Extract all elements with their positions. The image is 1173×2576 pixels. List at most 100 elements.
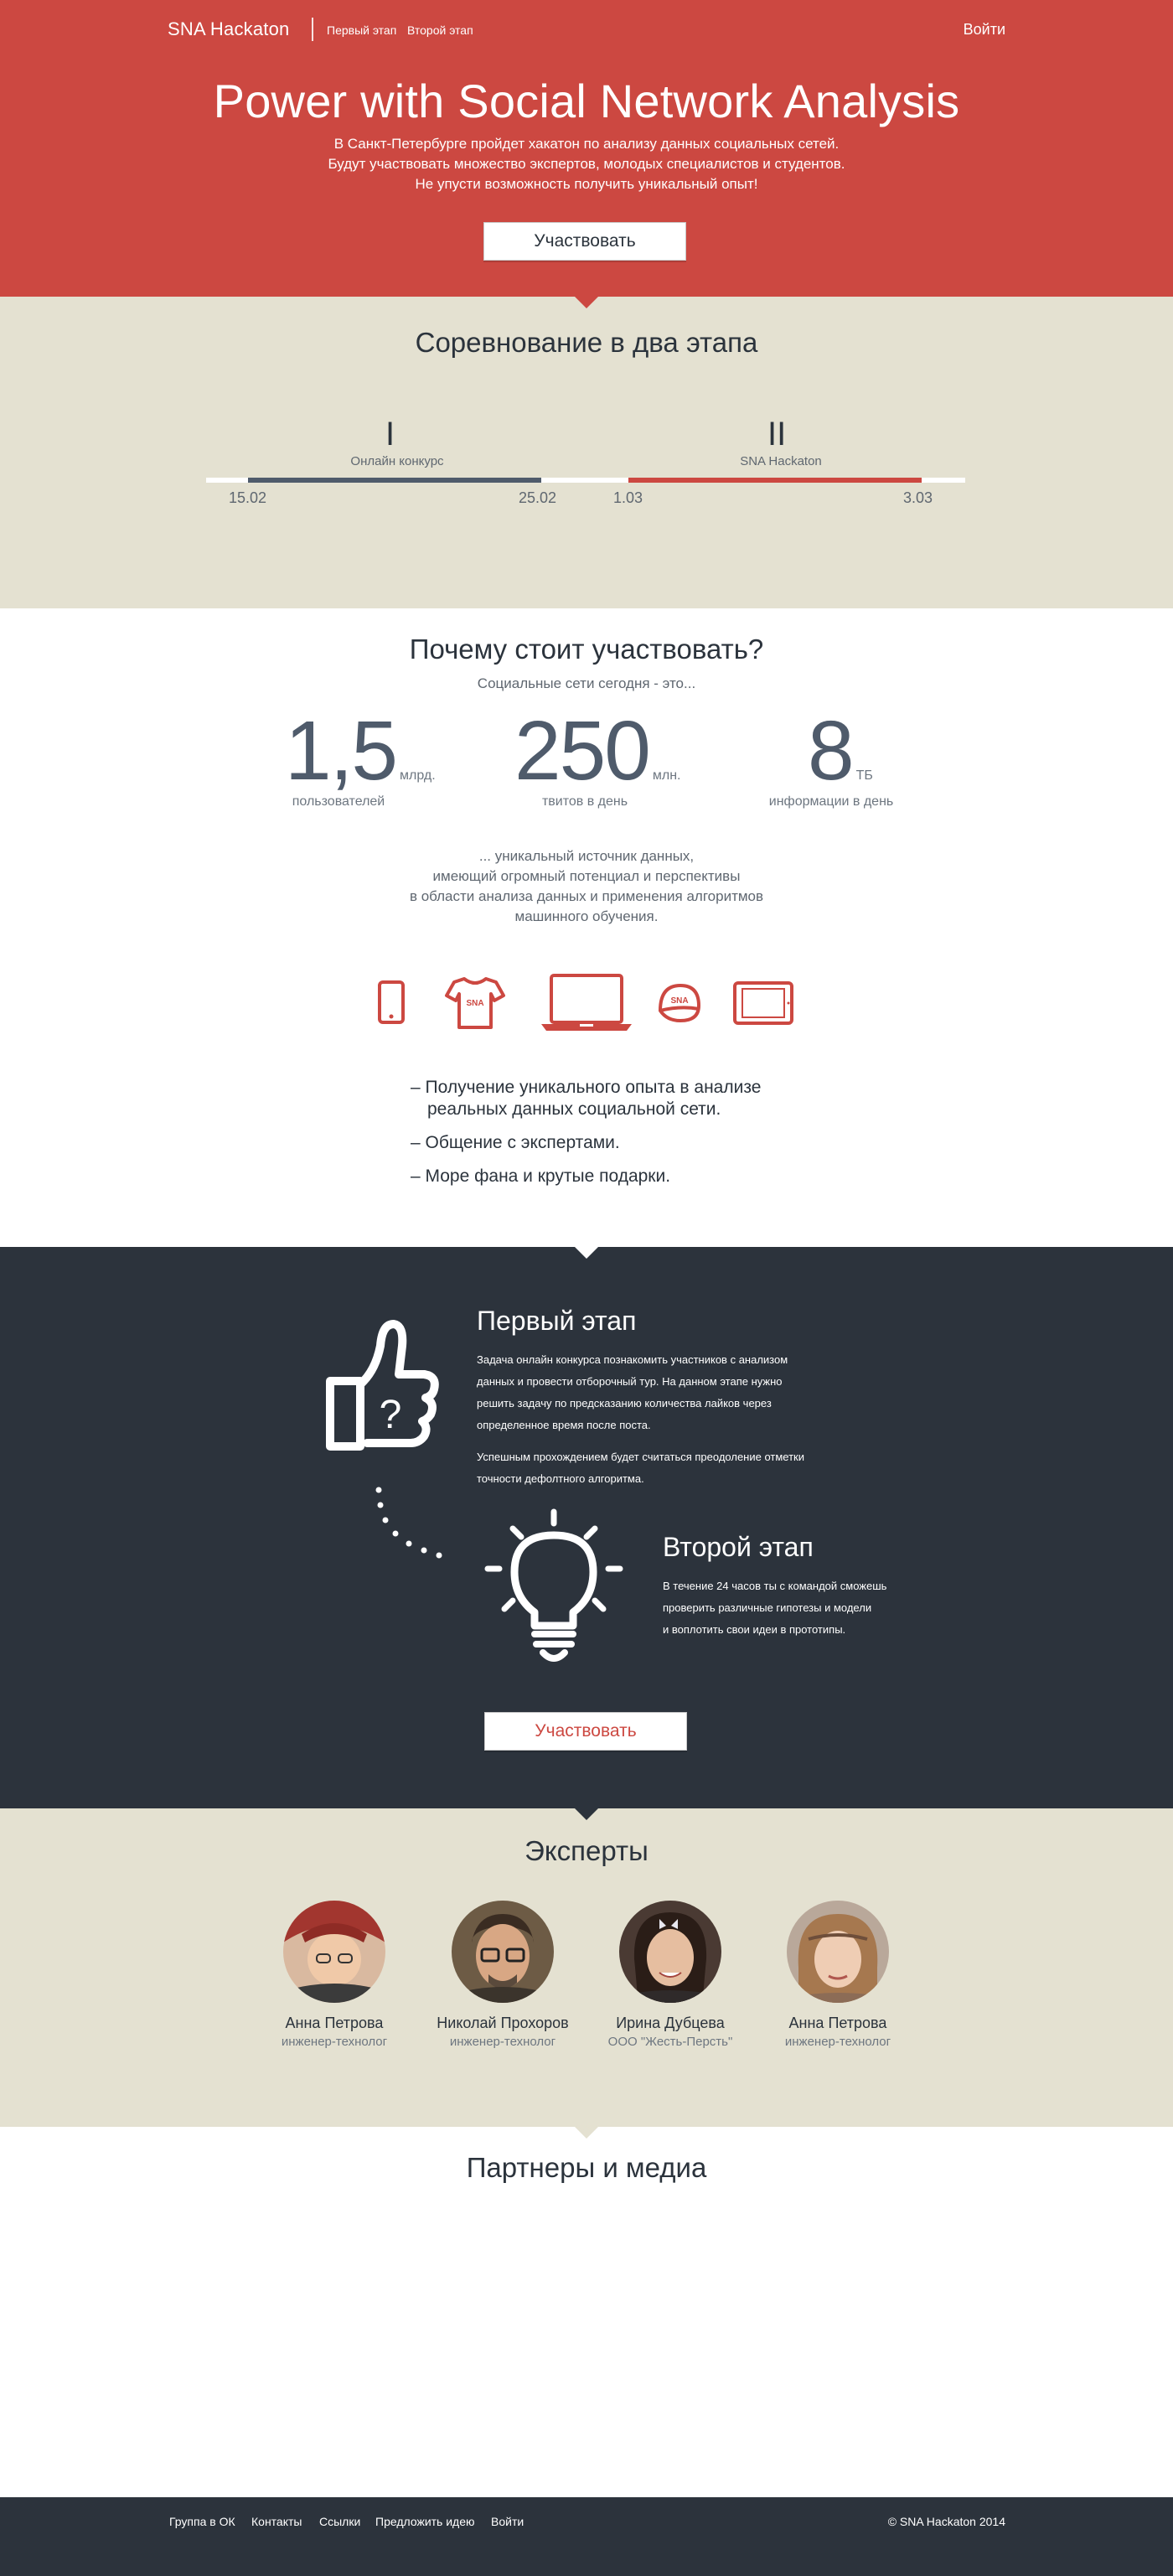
stage1-numeral: I — [385, 416, 395, 453]
expert-name[interactable]: Анна Петрова — [754, 2015, 922, 2032]
svg-text:SNA: SNA — [670, 996, 688, 1006]
expert-name[interactable]: Ирина Дубцева — [586, 2015, 754, 2032]
stage1-start-date: 15.02 — [229, 489, 267, 506]
stage2-numeral: II — [767, 416, 787, 453]
avatar[interactable] — [787, 1901, 889, 2003]
stage1-end-date: 25.02 — [519, 489, 557, 506]
participate-button-bottom[interactable]: Участвовать — [484, 1712, 687, 1751]
hero-line: В Санкт-Петербурге пройдет хакатон по ан… — [333, 136, 840, 152]
stage1-line: Успешным прохождением будет считаться пр… — [477, 1451, 804, 1463]
nav-divider — [312, 18, 313, 41]
section-notch — [575, 1808, 598, 1820]
stages-title: Соревнование в два этапа — [415, 327, 758, 358]
stat-unit: ТБ — [855, 768, 873, 783]
stage2-line: В течение 24 часов ты с командой сможешь — [663, 1580, 887, 1592]
section-notch — [575, 1247, 598, 1259]
stat-value: 250 — [514, 704, 651, 798]
why-line: имеющий огромный потенциал и перспективы — [432, 868, 741, 884]
login-link[interactable]: Войти — [964, 21, 1005, 39]
benefit-item: – Общение с экспертами. — [411, 1133, 620, 1152]
top-nav: SNA Hackaton Первый этап Второй этап Вой… — [168, 17, 1005, 42]
why-line: машинного обучения. — [514, 908, 659, 924]
stage2-title: Второй этап — [663, 1532, 814, 1562]
hero-description: В Санкт-Петербурге пройдет хакатон по ан… — [0, 134, 1173, 194]
stage1-line: определенное время после поста. — [477, 1419, 651, 1431]
avatar[interactable] — [452, 1901, 554, 2003]
stages-section: Соревнование в два этапа I Онлайн конкур… — [0, 297, 1173, 608]
stage1-line: решить задачу по предсказанию количества… — [477, 1397, 772, 1410]
section-notch — [575, 297, 598, 308]
stage2-line: проверить различные гипотезы и модели — [663, 1601, 872, 1614]
why-line: в области анализа данных и применения ал… — [409, 888, 764, 904]
nav-link-stage1[interactable]: Первый этап — [327, 23, 396, 37]
stage2-line: и воплотить свои идеи в прототипы. — [663, 1623, 846, 1636]
benefit-item: – Море фана и крутые подарки. — [411, 1166, 671, 1186]
expert-role: ООО "Жесть-Персть" — [607, 2035, 733, 2049]
cap-icon: SNA — [658, 983, 701, 1023]
stage2-start-date: 1.03 — [613, 489, 643, 506]
footer-link-contacts[interactable]: Контакты — [251, 2515, 302, 2528]
stage1-note: Успешным прохождением будет считаться пр… — [477, 1446, 804, 1490]
footer-link-suggest-idea[interactable]: Предложить идею — [375, 2515, 475, 2528]
avatar[interactable] — [619, 1901, 721, 2003]
expert-role: инженер-технолог — [281, 2035, 388, 2049]
stage1-label: Онлайн конкурс — [350, 454, 444, 468]
avatar[interactable] — [283, 1901, 385, 2003]
footer-link-ok-group[interactable]: Группа в ОК — [169, 2515, 235, 2528]
stat-unit: млрд. — [400, 768, 436, 783]
stat-tweets: 250 млн. — [514, 709, 680, 793]
stat-users: 1,5 млрд. — [285, 709, 436, 793]
why-subtitle: Социальные сети сегодня - это... — [477, 675, 696, 691]
stat-caption: информации в день — [768, 794, 894, 809]
stage1-line: точности дефолтного алгоритма. — [477, 1472, 644, 1485]
hero-title: Power with Social Network Analysis — [213, 75, 960, 127]
expert-name[interactable]: Николай Прохоров — [419, 2015, 586, 2032]
tablet-icon — [733, 981, 793, 1025]
benefit-item: реальных данных социальной сети. — [427, 1099, 721, 1119]
expert-role: инженер-технолог — [784, 2035, 891, 2049]
stage2-label: SNA Hackaton — [740, 454, 822, 468]
expert-role: инженер-технолог — [449, 2035, 556, 2049]
stat-caption: твитов в день — [541, 794, 628, 809]
footer-link-links[interactable]: Ссылки — [319, 2515, 360, 2528]
footer-link-login[interactable]: Войти — [491, 2515, 524, 2528]
why-description: ... уникальный источник данных, имеющий … — [0, 846, 1173, 927]
experts-title: Эксперты — [524, 1835, 649, 1866]
participate-button[interactable]: Участвовать — [483, 222, 686, 261]
partners-section: Партнеры и медиа — [0, 2127, 1173, 2497]
why-title: Почему стоит участвовать? — [409, 634, 764, 665]
hero-section: SNA Hackaton Первый этап Второй этап Вой… — [0, 0, 1173, 297]
stat-value: 8 — [808, 704, 855, 798]
stage2-bar — [628, 478, 922, 483]
stage2-end-date: 3.03 — [903, 489, 933, 506]
partners-title: Партнеры и медиа — [466, 2152, 707, 2183]
stat-unit: млн. — [652, 768, 681, 783]
stage1-title: Первый этап — [477, 1306, 637, 1336]
phone-icon — [378, 980, 405, 1024]
benefit-item: – Получение уникального опыта в анализе — [411, 1078, 762, 1097]
expert-name[interactable]: Анна Петрова — [251, 2015, 418, 2032]
experts-section: Эксперты Анна Петрова инженер-технолог Н… — [0, 1808, 1173, 2127]
nav-link-stage2[interactable]: Второй этап — [407, 23, 473, 37]
hero-line: Не упусти возможность получить уникальны… — [415, 176, 758, 192]
stat-value: 1,5 — [285, 704, 398, 798]
stage1-description: Задача онлайн конкурса познакомить участ… — [477, 1349, 788, 1436]
tshirt-icon: SNA — [445, 977, 505, 1029]
dotted-connector — [375, 1487, 442, 1559]
brand-logo[interactable]: SNA Hackaton — [168, 18, 289, 40]
why-section: Почему стоит участвовать? Социальные сет… — [0, 608, 1173, 1247]
light-bulb-icon — [484, 1508, 623, 1662]
stage1-bar — [248, 478, 541, 483]
footer: Группа в ОК Контакты Ссылки Предложить и… — [0, 2497, 1173, 2576]
stat-caption: пользователей — [292, 794, 385, 809]
stage1-line: данных и провести отборочный тур. На дан… — [477, 1375, 783, 1388]
stage2-description: В течение 24 часов ты с командой сможешь… — [663, 1575, 886, 1641]
why-line: ... уникальный источник данных, — [478, 848, 695, 864]
hero-line: Будут участвовать множество экспертов, м… — [328, 156, 845, 172]
svg-text:SNA: SNA — [466, 999, 483, 1008]
svg-text:?: ? — [380, 1393, 402, 1437]
laptop-icon — [541, 974, 632, 1031]
copyright: © SNA Hackaton 2014 — [887, 2515, 1005, 2528]
section-notch — [575, 2127, 598, 2139]
stage1-line: Задача онлайн конкурса познакомить участ… — [477, 1353, 788, 1366]
